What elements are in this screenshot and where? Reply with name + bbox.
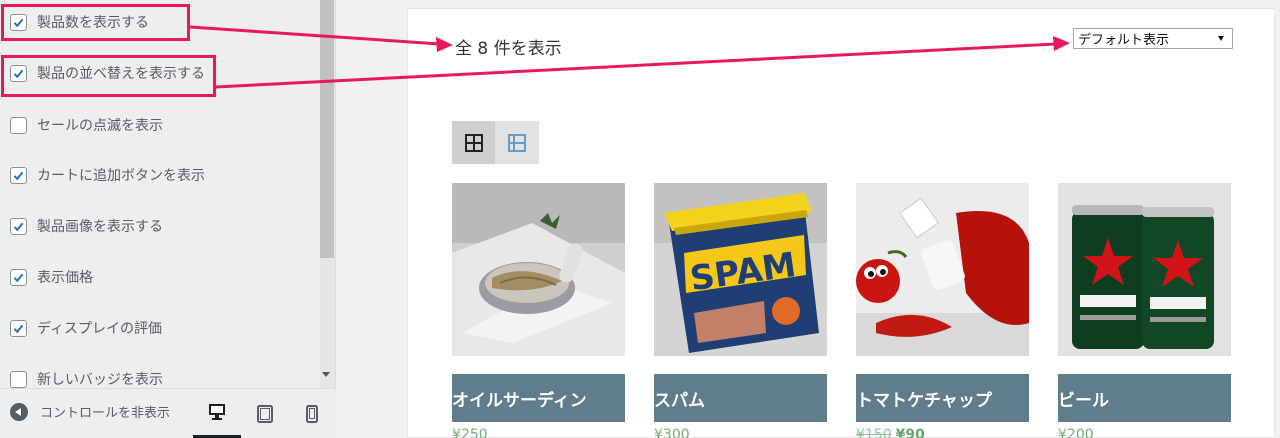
chevron-down-icon [1218, 36, 1224, 41]
desktop-preview-button[interactable] [193, 389, 241, 438]
product-card[interactable]: オイルサーディン ¥250 [452, 183, 625, 438]
checkbox-checked-icon[interactable] [10, 268, 27, 286]
list-view-icon [507, 133, 526, 152]
product-card[interactable]: ビール ¥200 [1058, 183, 1231, 438]
option-sale-flash[interactable]: セールの点滅を表示 [10, 113, 163, 137]
option-product-image[interactable]: 製品画像を表示する [10, 214, 163, 238]
product-card[interactable]: SPAM スパム ¥300 [654, 183, 827, 438]
scroll-down-arrow-icon[interactable] [322, 372, 330, 377]
collapse-controls-button[interactable]: コントロールを非表示 [10, 402, 170, 421]
price-value: ¥300 [654, 427, 690, 438]
annotation-highlight-box [1, 55, 216, 97]
mobile-preview-button[interactable] [288, 389, 336, 438]
option-new-badge[interactable]: 新しいバッジを表示 [10, 367, 163, 388]
product-price: ¥200 [1058, 427, 1231, 438]
tablet-icon [257, 405, 273, 423]
option-label: ディスプレイの評価 [37, 321, 163, 337]
product-image[interactable]: SPAM [654, 183, 827, 356]
checkbox-checked-icon[interactable] [10, 217, 27, 235]
old-price: ¥150 [856, 427, 892, 438]
mobile-icon [306, 405, 318, 423]
result-count: 全 8 件を表示 [455, 39, 562, 59]
scrollbar-thumb[interactable] [320, 0, 334, 258]
price-value: ¥200 [1058, 427, 1094, 438]
product-image[interactable] [856, 183, 1029, 356]
desktop-icon [209, 404, 225, 420]
option-label: 新しいバッジを表示 [37, 372, 163, 388]
collapse-arrow-icon [10, 402, 28, 421]
grid-view-icon [464, 133, 483, 152]
product-price: ¥300 [654, 427, 827, 438]
product-title[interactable]: ビール [1058, 374, 1231, 422]
list-view-button[interactable] [495, 121, 538, 164]
sale-price: ¥90 [895, 427, 925, 438]
annotation-highlight-box [1, 4, 190, 41]
product-image[interactable] [452, 183, 625, 356]
sort-select[interactable]: デフォルト表示 [1073, 28, 1233, 49]
collapse-label: コントロールを非表示 [40, 406, 171, 421]
product-title[interactable]: オイルサーディン [452, 374, 625, 422]
tablet-preview-button[interactable] [241, 389, 289, 438]
checkbox-unchecked-icon[interactable] [10, 370, 27, 388]
view-mode-toggle [452, 121, 539, 164]
sort-selected-value: デフォルト表示 [1078, 33, 1170, 48]
product-title[interactable]: トマトケチャップ [856, 374, 1029, 422]
product-price: ¥150 ¥90 [856, 427, 1029, 438]
option-show-rating[interactable]: ディスプレイの評価 [10, 316, 162, 340]
checkbox-checked-icon[interactable] [10, 166, 27, 184]
option-label: 表示価格 [37, 270, 93, 286]
option-add-to-cart[interactable]: カートに追加ボタンを表示 [10, 163, 205, 187]
checkbox-unchecked-icon[interactable] [10, 116, 27, 134]
option-show-price[interactable]: 表示価格 [10, 265, 93, 289]
option-label: セールの点滅を表示 [37, 118, 163, 134]
product-price: ¥250 [452, 427, 625, 438]
grid-view-button[interactable] [452, 121, 495, 164]
product-card[interactable]: トマトケチャップ ¥150 ¥90 [856, 183, 1029, 438]
product-title[interactable]: スパム [654, 374, 827, 422]
product-image[interactable] [1058, 183, 1231, 356]
option-label: 製品画像を表示する [37, 219, 163, 235]
option-label: カートに追加ボタンを表示 [37, 168, 205, 184]
price-value: ¥250 [452, 427, 488, 438]
checkbox-checked-icon[interactable] [10, 319, 27, 337]
sidebar-footer: コントロールを非表示 [0, 388, 336, 438]
